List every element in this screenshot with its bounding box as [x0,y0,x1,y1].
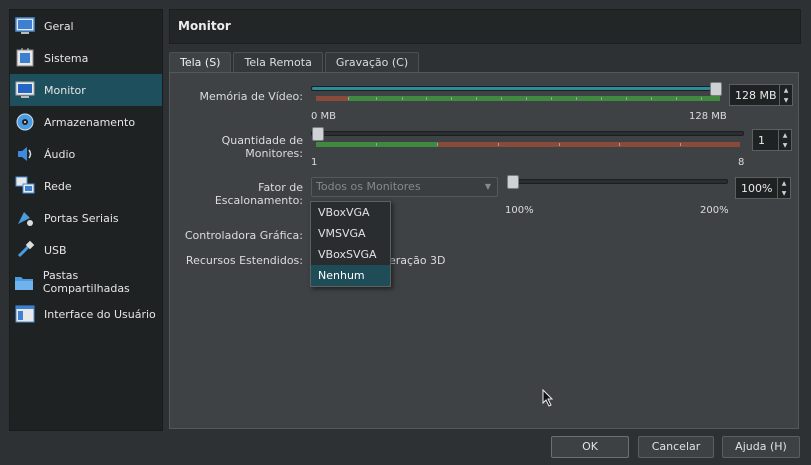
sidebar-item-sistema[interactable]: Sistema [10,42,162,74]
sidebar-item-label: Áudio [44,147,76,161]
shared-folder-icon [14,271,35,293]
sidebar-item-label: Sistema [44,51,89,65]
sidebar-item-audio[interactable]: Áudio [10,138,162,170]
graphics-controller-dropdown: VBoxVGA VMSVGA VBoxSVGA Nenhum [310,201,391,287]
network-icon [14,175,36,197]
mouse-cursor-icon [542,388,554,410]
chevron-down-icon: ▼ [484,182,491,191]
graphics-controller-label: Controladora Gráfica: [184,229,303,242]
monitor-count-ticks [316,143,740,147]
page-header: Monitor [169,9,801,44]
sidebar-item-rede[interactable]: Rede [10,170,162,202]
sidebar-item-usb[interactable]: USB [10,234,162,266]
video-memory-slider-handle[interactable] [710,82,722,96]
sidebar-item-label: Interface do Usuário [44,307,156,321]
video-memory-ticks [316,97,720,101]
sidebar-item-interface-usuario[interactable]: Interface do Usuário [10,298,162,330]
spin-up-icon[interactable]: ▲ [779,130,791,140]
video-memory-slider[interactable] [311,86,721,91]
monitor-count-max-label: 8 [738,157,745,168]
extended-features-label: Recursos Estendidos: [185,254,303,267]
monitor-count-slider-handle[interactable] [312,127,324,141]
3d-acceleration-checkbox-label[interactable]: eração 3D [389,254,446,267]
monitor-count-value: 1 [758,133,765,147]
usb-icon [14,239,36,261]
scale-factor-slider-handle[interactable] [507,175,519,189]
scale-factor-min-label: 100% [505,205,534,216]
settings-sidebar: Geral Sistema Monitor Armazenamento Áudi… [9,9,163,431]
tab-tela[interactable]: Tela (S) [169,52,232,74]
spin-up-icon[interactable]: ▲ [778,178,790,188]
spin-down-icon[interactable]: ▼ [780,95,792,105]
sidebar-item-armazenamento[interactable]: Armazenamento [10,106,162,138]
scale-factor-spinbox[interactable]: 100% ▲ ▼ [735,177,791,199]
ok-button[interactable]: OK [551,436,629,458]
monitor-count-label: Quantidade de Monitores: [221,134,303,160]
video-memory-label: Memória de Vídeo: [199,90,303,103]
storage-disk-icon [14,111,36,133]
sidebar-item-portas-seriais[interactable]: Portas Seriais [10,202,162,234]
scale-factor-slider[interactable] [507,179,728,184]
video-memory-value: 128 MB [735,88,777,102]
scale-factor-value: 100% [741,181,773,195]
sidebar-item-monitor[interactable]: Monitor [10,74,162,106]
page-title: Monitor [178,19,231,33]
serial-port-icon [14,207,36,229]
monitor-count-min-label: 1 [311,157,318,168]
tab-gravacao[interactable]: Gravação (C) [324,52,420,73]
video-memory-max-label: 128 MB [689,111,727,122]
sidebar-item-label: Rede [44,179,72,193]
general-monitor-icon [14,15,36,37]
sidebar-item-label: Monitor [44,83,86,97]
sidebar-item-label: Geral [44,19,74,33]
dropdown-option-vmsvga[interactable]: VMSVGA [311,223,390,244]
video-memory-slider-fill [312,87,720,90]
dropdown-option-nenhum[interactable]: Nenhum [311,265,390,286]
sidebar-item-label: Armazenamento [44,115,136,129]
cancel-button[interactable]: Cancelar [638,436,714,458]
video-memory-spinbox[interactable]: 128 MB ▲ ▼ [729,84,793,106]
tab-bar: Tela (S) Tela Remota Gravação (C) [169,52,421,74]
sidebar-item-label: Pastas Compartilhadas [42,269,130,295]
spin-down-icon[interactable]: ▼ [778,188,790,198]
scale-factor-label: Fator de Escalonamento: [214,181,303,207]
scale-monitor-combo[interactable]: Todos os Monitores ▼ [311,177,498,197]
help-button[interactable]: Ajuda (H) [722,436,800,458]
system-chip-icon [14,47,36,69]
monitor-count-spinbox[interactable]: 1 ▲ ▼ [752,129,792,151]
scale-monitor-combo-value: Todos os Monitores [316,180,421,193]
monitor-count-slider[interactable] [311,131,744,136]
user-interface-icon [14,303,36,325]
spin-up-icon[interactable]: ▲ [780,85,792,95]
display-monitor-icon [14,79,36,101]
speaker-icon [14,143,36,165]
sidebar-item-label: Portas Seriais [44,211,119,225]
dropdown-option-vboxsvga[interactable]: VBoxSVGA [311,244,390,265]
sidebar-item-pastas-compartilhadas[interactable]: Pastas Compartilhadas [10,266,162,298]
spin-down-icon[interactable]: ▼ [779,140,791,150]
video-memory-min-label: 0 MB [311,111,337,122]
sidebar-item-label: USB [44,243,67,257]
scale-factor-max-label: 200% [700,205,729,216]
screen-settings-panel [169,72,799,429]
sidebar-item-geral[interactable]: Geral [10,10,162,42]
dropdown-option-vboxvga[interactable]: VBoxVGA [311,202,390,223]
tab-tela-remota[interactable]: Tela Remota [233,52,323,73]
